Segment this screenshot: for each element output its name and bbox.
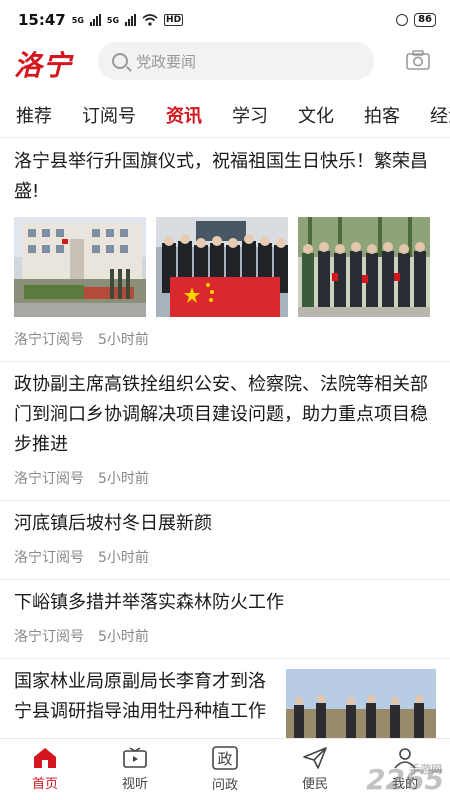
rotation-lock-icon (396, 14, 409, 26)
signal-icon (89, 14, 101, 26)
news-photo-field (286, 669, 436, 749)
news-item[interactable]: 河底镇后坡村冬日展新颜 洛宁订阅号 5小时前 (0, 501, 450, 580)
status-right: 86 (396, 13, 436, 27)
nav-home[interactable]: 首页 (0, 739, 90, 800)
hd-icon: HD (164, 14, 184, 26)
news-time: 5小时前 (98, 471, 149, 487)
search-icon (112, 53, 128, 69)
news-source: 洛宁订阅号 (14, 332, 84, 348)
nav-services-label: 便民 (301, 777, 328, 792)
category-tabs: 推荐 订阅号 资讯 学习 文化 拍客 经济 (0, 92, 450, 138)
tab-culture[interactable]: 文化 (298, 102, 334, 128)
battery-indicator: 86 (414, 13, 436, 27)
news-source: 洛宁订阅号 (14, 471, 84, 487)
tab-study[interactable]: 学习 (232, 102, 268, 128)
news-item[interactable]: 洛宁县举行升国旗仪式，祝福祖国生日快乐！繁荣昌盛! 洛宁订阅号 5小时前 (0, 139, 450, 362)
news-photo-ceremony (298, 217, 430, 317)
news-source: 洛宁订阅号 (14, 629, 84, 645)
news-title: 洛宁县举行升国旗仪式，祝福祖国生日快乐！繁荣昌盛! (14, 151, 428, 202)
svg-text:政: 政 (217, 750, 232, 768)
news-source: 洛宁订阅号 (14, 550, 84, 566)
news-image-row (14, 217, 436, 317)
news-time: 5小时前 (98, 332, 149, 348)
news-item[interactable]: 政协副主席高铁拴组织公安、检察院、法院等相关部门到涧口乡协调解决项目建设问题，助… (0, 362, 450, 501)
app-header: 洛宁 党政要闻 (0, 40, 450, 90)
tv-icon (123, 747, 147, 768)
status-bar: 15:47 5G 5G HD 86 (0, 0, 450, 40)
news-photo-crowd-flag (156, 217, 288, 317)
nav-video[interactable]: 视听 (90, 739, 180, 800)
news-photo-building (14, 217, 146, 317)
nav-home-label: 首页 (31, 777, 58, 792)
nav-government[interactable]: 政 问政 (180, 739, 270, 800)
nav-services[interactable]: 便民 (270, 739, 360, 800)
bottom-nav: 首页 视听 政 问政 便民 我的 手游网 2265 (0, 738, 450, 800)
tab-economy[interactable]: 经济 (430, 102, 450, 128)
network-label-2: 5G (106, 15, 120, 25)
status-time: 15:47 (18, 11, 66, 29)
news-title: 政协副主席高铁拴组织公安、检察院、法院等相关部门到涧口乡协调解决项目建设问题，助… (14, 374, 428, 455)
news-text-column: 国家林业局原副局长李育才到洛宁县调研指导油用牡丹种植工作 (14, 659, 286, 749)
news-feed: 洛宁县举行升国旗仪式，祝福祖国生日快乐！繁荣昌盛! 洛宁订阅号 5小时前 政协副… (0, 139, 450, 749)
news-title: 国家林业局原副局长李育才到洛宁县调研指导油用牡丹种植工作 (14, 671, 266, 722)
wifi-icon (142, 14, 158, 26)
app-logo[interactable]: 洛宁 (14, 44, 72, 84)
status-left: 15:47 5G 5G HD (18, 11, 184, 29)
watermark-sub: 手游网 (409, 763, 442, 776)
nav-government-label: 问政 (211, 778, 238, 793)
tab-subscriptions[interactable]: 订阅号 (82, 102, 136, 128)
news-meta: 洛宁订阅号 5小时前 (14, 460, 436, 500)
news-title: 下峪镇多措并举落实森林防火工作 (14, 592, 284, 613)
watermark-logo: 手游网 2265 (366, 763, 444, 796)
news-title: 河底镇后坡村冬日展新颜 (14, 513, 212, 534)
send-icon (303, 747, 327, 769)
news-meta: 洛宁订阅号 5小时前 (14, 317, 436, 361)
news-item[interactable]: 下峪镇多措并举落实森林防火工作 洛宁订阅号 5小时前 (0, 580, 450, 659)
tab-recommend[interactable]: 推荐 (16, 102, 52, 128)
network-label-1: 5G (71, 15, 84, 25)
news-meta: 洛宁订阅号 5小时前 (14, 539, 436, 579)
news-meta: 洛宁订阅号 5小时前 (14, 618, 436, 658)
signal-icon-2 (125, 14, 137, 26)
search-placeholder: 党政要闻 (136, 52, 197, 71)
news-item[interactable]: 国家林业局原副局长李育才到洛宁县调研指导油用牡丹种植工作 (0, 659, 450, 749)
nav-video-label: 视听 (121, 777, 148, 792)
zheng-icon: 政 (212, 746, 238, 770)
home-icon (34, 748, 56, 768)
camera-icon[interactable] (406, 50, 430, 70)
search-bar[interactable]: 党政要闻 (98, 42, 374, 80)
tab-news[interactable]: 资讯 (166, 102, 202, 128)
news-time: 5小时前 (98, 629, 149, 645)
news-time: 5小时前 (98, 550, 149, 566)
tab-photographer[interactable]: 拍客 (364, 102, 400, 128)
